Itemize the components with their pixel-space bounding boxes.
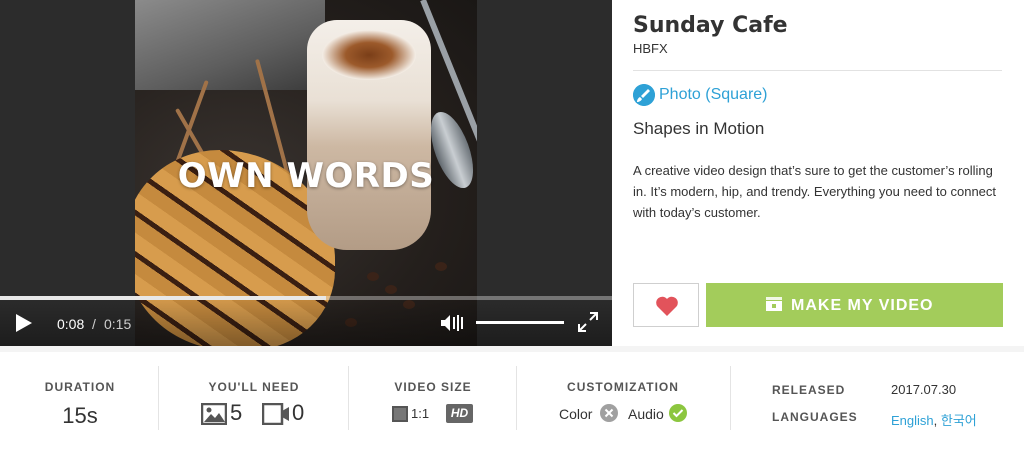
top-panel: OWN WORDS 0:08 / 0:15 Sunday Cafe HBFX P… — [0, 0, 1024, 346]
divider — [516, 366, 517, 430]
needs-section: YOU'LL NEED 5 0 — [180, 366, 328, 438]
language-link-korean[interactable]: 한국어 — [941, 413, 977, 428]
details-bar: DURATION 15s YOU'LL NEED 5 0 VIDEO SIZE — [0, 352, 1024, 452]
fullscreen-icon[interactable] — [577, 311, 599, 333]
volume-fill — [476, 321, 564, 324]
needs-values: 5 0 — [180, 400, 328, 430]
audio-label: Audio — [628, 406, 664, 422]
release-section: RELEASED 2017.07.30 LANGUAGES English, 한… — [740, 366, 1024, 438]
released-label: RELEASED — [772, 383, 846, 397]
language-separator: , — [933, 413, 938, 428]
video-board-icon — [766, 297, 782, 311]
coffee-bean — [385, 285, 397, 294]
template-author: HBFX — [633, 41, 668, 56]
letterbox-left — [0, 0, 135, 346]
category-link[interactable]: Photo (Square) — [659, 86, 768, 104]
video-size-values: 1:1 HD — [368, 403, 498, 429]
cross-circle-icon — [600, 404, 618, 422]
volume-icon[interactable] — [440, 313, 466, 333]
duration-time: 0:15 — [104, 316, 132, 332]
customization-section: CUSTOMIZATION Color Audio — [540, 366, 706, 438]
image-icon — [201, 403, 227, 425]
coffee-bean — [435, 262, 447, 271]
check-circle-icon — [669, 404, 687, 422]
coffee-bean — [367, 272, 379, 281]
video-camera-icon — [262, 403, 289, 425]
progress-bar[interactable] — [0, 296, 612, 300]
color-label: Color — [559, 406, 593, 422]
video-size-label: VIDEO SIZE — [394, 380, 472, 394]
video-overlay-title: OWN WORDS — [177, 156, 435, 196]
style-name: Shapes in Motion — [633, 119, 765, 138]
progress-fill — [0, 296, 327, 300]
template-description: A creative video design that’s sure to g… — [633, 163, 997, 220]
duration-value: 15s — [62, 403, 98, 428]
duration-section: DURATION 15s — [30, 366, 130, 438]
player-controls: 0:08 / 0:15 — [0, 296, 612, 346]
divider — [348, 366, 349, 430]
videos-count: 0 — [292, 400, 305, 425]
cloth-shape — [135, 0, 325, 90]
make-my-video-button[interactable]: MAKE MY VIDEO — [706, 283, 1003, 327]
volume-slider[interactable] — [476, 321, 564, 324]
time-separator: / — [92, 316, 96, 332]
divider — [730, 366, 731, 430]
needs-label: YOU'LL NEED — [208, 380, 300, 394]
brush-icon — [633, 84, 655, 106]
square-ratio-icon — [392, 406, 408, 422]
released-date: 2017.07.30 — [891, 382, 957, 397]
template-title: Sunday Cafe — [633, 13, 788, 38]
divider — [158, 366, 159, 430]
language-link-english[interactable]: English — [891, 413, 934, 428]
letterbox-right — [477, 0, 612, 346]
latte-foam — [322, 30, 416, 80]
customization-label: CUSTOMIZATION — [567, 380, 679, 394]
make-my-video-label: MAKE MY VIDEO — [791, 297, 934, 314]
template-info: Sunday Cafe HBFX Photo (Square) Shapes i… — [633, 0, 1003, 346]
customization-values: Color Audio — [540, 403, 706, 429]
aspect-ratio: 1:1 — [411, 406, 430, 421]
languages-list: English, 한국어 — [891, 410, 977, 429]
current-time: 0:08 — [57, 316, 85, 332]
heart-icon — [656, 296, 678, 316]
duration-label: DURATION — [44, 380, 116, 394]
play-icon[interactable] — [16, 314, 32, 332]
images-count: 5 — [230, 400, 243, 425]
favorite-button[interactable] — [633, 283, 699, 327]
video-size-section: VIDEO SIZE 1:1 HD — [368, 366, 498, 438]
hd-badge: HD — [446, 404, 473, 423]
languages-label: LANGUAGES — [772, 410, 858, 424]
video-player[interactable]: OWN WORDS 0:08 / 0:15 — [0, 0, 612, 346]
divider — [633, 70, 1002, 71]
